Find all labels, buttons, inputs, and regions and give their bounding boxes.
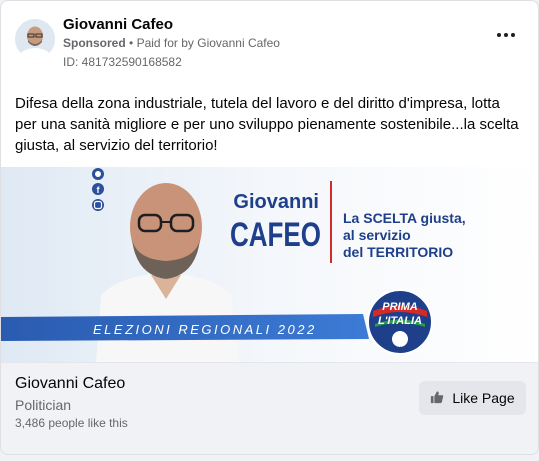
sponsored-line: Sponsored • Paid for by Giovanni Cafeo (63, 36, 280, 50)
page-likes-count: 3,486 people like this (15, 416, 128, 430)
thumbs-up-icon (430, 390, 444, 407)
like-page-button[interactable]: Like Page (419, 381, 526, 415)
election-strip-label: ELEZIONI REGIONALI 2022 (93, 322, 317, 337)
sponsored-post-card: Giovanni Cafeo Sponsored • Paid for by G… (0, 0, 539, 455)
party-sub: SALVINI (392, 345, 407, 350)
paid-for-label: Paid for by Giovanni Cafeo (136, 36, 280, 50)
page-footer: Giovanni Cafeo Politician 3,486 people l… (1, 362, 538, 454)
like-page-label: Like Page (452, 390, 515, 406)
post-header: Giovanni Cafeo Sponsored • Paid for by G… (15, 13, 524, 73)
ad-id: ID: 481732590168582 (63, 55, 182, 69)
party-line1: PRIMA (382, 301, 418, 313)
page-name-link[interactable]: Giovanni Cafeo (63, 16, 173, 33)
avatar[interactable] (15, 19, 55, 59)
party-line2: L'ITALIA (378, 315, 422, 327)
separator: • (129, 36, 134, 50)
banner-last-name: CAFEO (230, 216, 321, 254)
post-body-text: Difesa della zona industriale, tutela de… (15, 95, 519, 154)
banner-slogan-line2: al servizio (343, 227, 411, 243)
page-category: Politician (15, 397, 72, 413)
footer-page-name[interactable]: Giovanni Cafeo (15, 375, 125, 393)
instagram-icon (92, 199, 104, 211)
banner-first-name: Giovanni (233, 191, 319, 213)
facebook-icon: f (92, 183, 104, 195)
more-horizontal-icon[interactable] (494, 27, 518, 43)
ad-banner-image[interactable]: f Giovanni CAFEO La SCELTA giusta, al se… (1, 167, 538, 362)
sponsored-label: Sponsored (63, 36, 126, 50)
messenger-icon (92, 168, 104, 180)
party-logo: PRIMA L'ITALIA SALVINI (367, 289, 433, 355)
banner-slogan-line3: del TERRITORIO (343, 244, 453, 260)
banner-slogan-line1: La SCELTA giusta, (343, 210, 466, 226)
